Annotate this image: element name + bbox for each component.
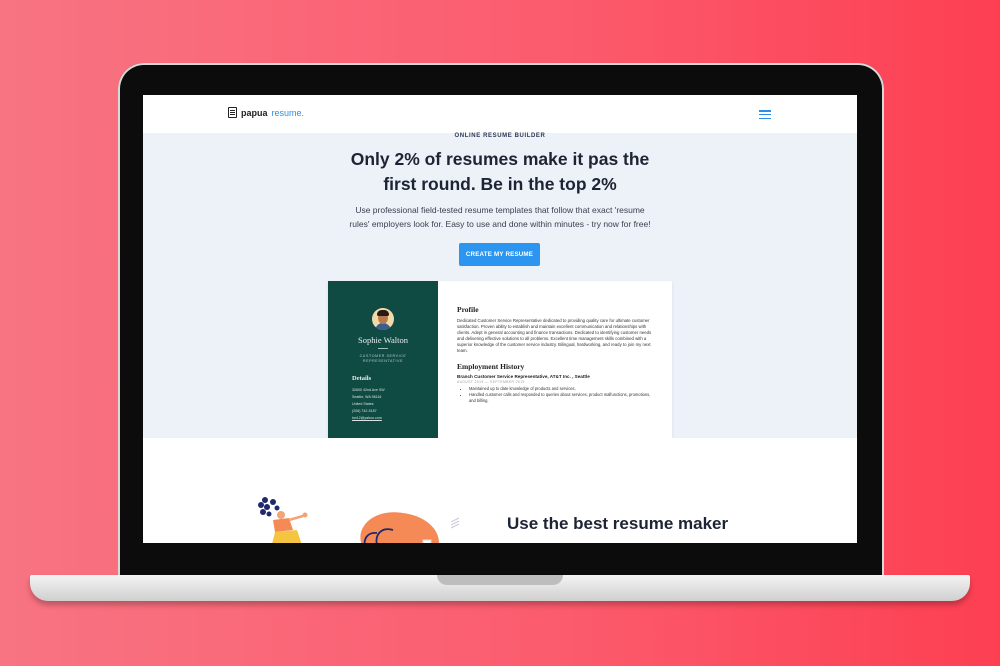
job-dates: AUGUST 2019 — SEPTEMBER 2019 [457, 380, 525, 384]
logo-text: papua [241, 107, 268, 118]
top-navbar: papua resume. [143, 95, 857, 133]
document-icon [228, 107, 237, 118]
resume-main: Profile Dedicated Customer Service Repre… [457, 305, 657, 403]
browser-viewport: papua resume. ONLINE RESUME BUILDER Only… [143, 95, 857, 543]
details-heading: Details [352, 375, 372, 382]
hero-section: ONLINE RESUME BUILDER Only 2% of resumes… [143, 133, 857, 438]
employment-heading: Employment History [457, 362, 525, 371]
detail-country: United States [352, 402, 374, 406]
avatar [372, 308, 394, 330]
hero-subtext-line: Use professional field-tested resume tem… [355, 205, 645, 215]
hero-headline: Only 2% of resumes make it pas the first… [293, 147, 707, 197]
resume-name: Sophie Walton [358, 335, 408, 345]
create-resume-button[interactable]: CREATE MY RESUME [459, 243, 540, 266]
resume-role-line: REPRESENTATIVE [362, 359, 404, 363]
detail-phone: (206) 742-5187 [352, 409, 377, 413]
woman-figure [258, 497, 308, 543]
hamburger-menu-icon[interactable] [759, 110, 771, 119]
profile-text: Dedicated Customer Service Representativ… [457, 318, 652, 353]
detail-email: hw12@yahoo.com [352, 416, 382, 420]
job-title: Branch Customer Service Representative, … [457, 374, 590, 379]
laptop-notch [437, 575, 563, 585]
resume-sidebar: Sophie Walton CUSTOMER SERVICE REPRESENT… [328, 281, 438, 438]
detail-city: Seattle, WA 98116 [352, 395, 382, 399]
detail-address: 32600 42nd Ave SW [352, 388, 385, 392]
divider [378, 348, 388, 349]
resume-role: CUSTOMER SERVICE REPRESENTATIVE [338, 354, 428, 364]
hero-subtext: Use professional field-tested resume tem… [328, 203, 672, 231]
hero-headline-line: first round. Be in the top 2% [383, 174, 617, 194]
job-bullets: Maintained up to date knowledge of produ… [457, 386, 657, 403]
hand-illustration [360, 512, 460, 543]
profile-heading: Profile [457, 305, 479, 314]
hero-headline-line: Only 2% of resumes make it pas the [350, 149, 650, 169]
feature-section: Use the best resume maker [143, 438, 857, 543]
logo-accent-text: resume. [271, 107, 305, 118]
hero-subtext-line: rules' employers look for. Easy to use a… [349, 219, 651, 229]
person-illustration [258, 497, 460, 543]
resume-preview: Sophie Walton CUSTOMER SERVICE REPRESENT… [328, 281, 672, 438]
list-item: Handled customer calls and responded to … [469, 392, 657, 404]
site-logo[interactable]: papua resume. [228, 107, 304, 118]
section-heading: Use the best resume maker [507, 514, 729, 533]
hero-eyebrow: ONLINE RESUME BUILDER [454, 133, 546, 139]
